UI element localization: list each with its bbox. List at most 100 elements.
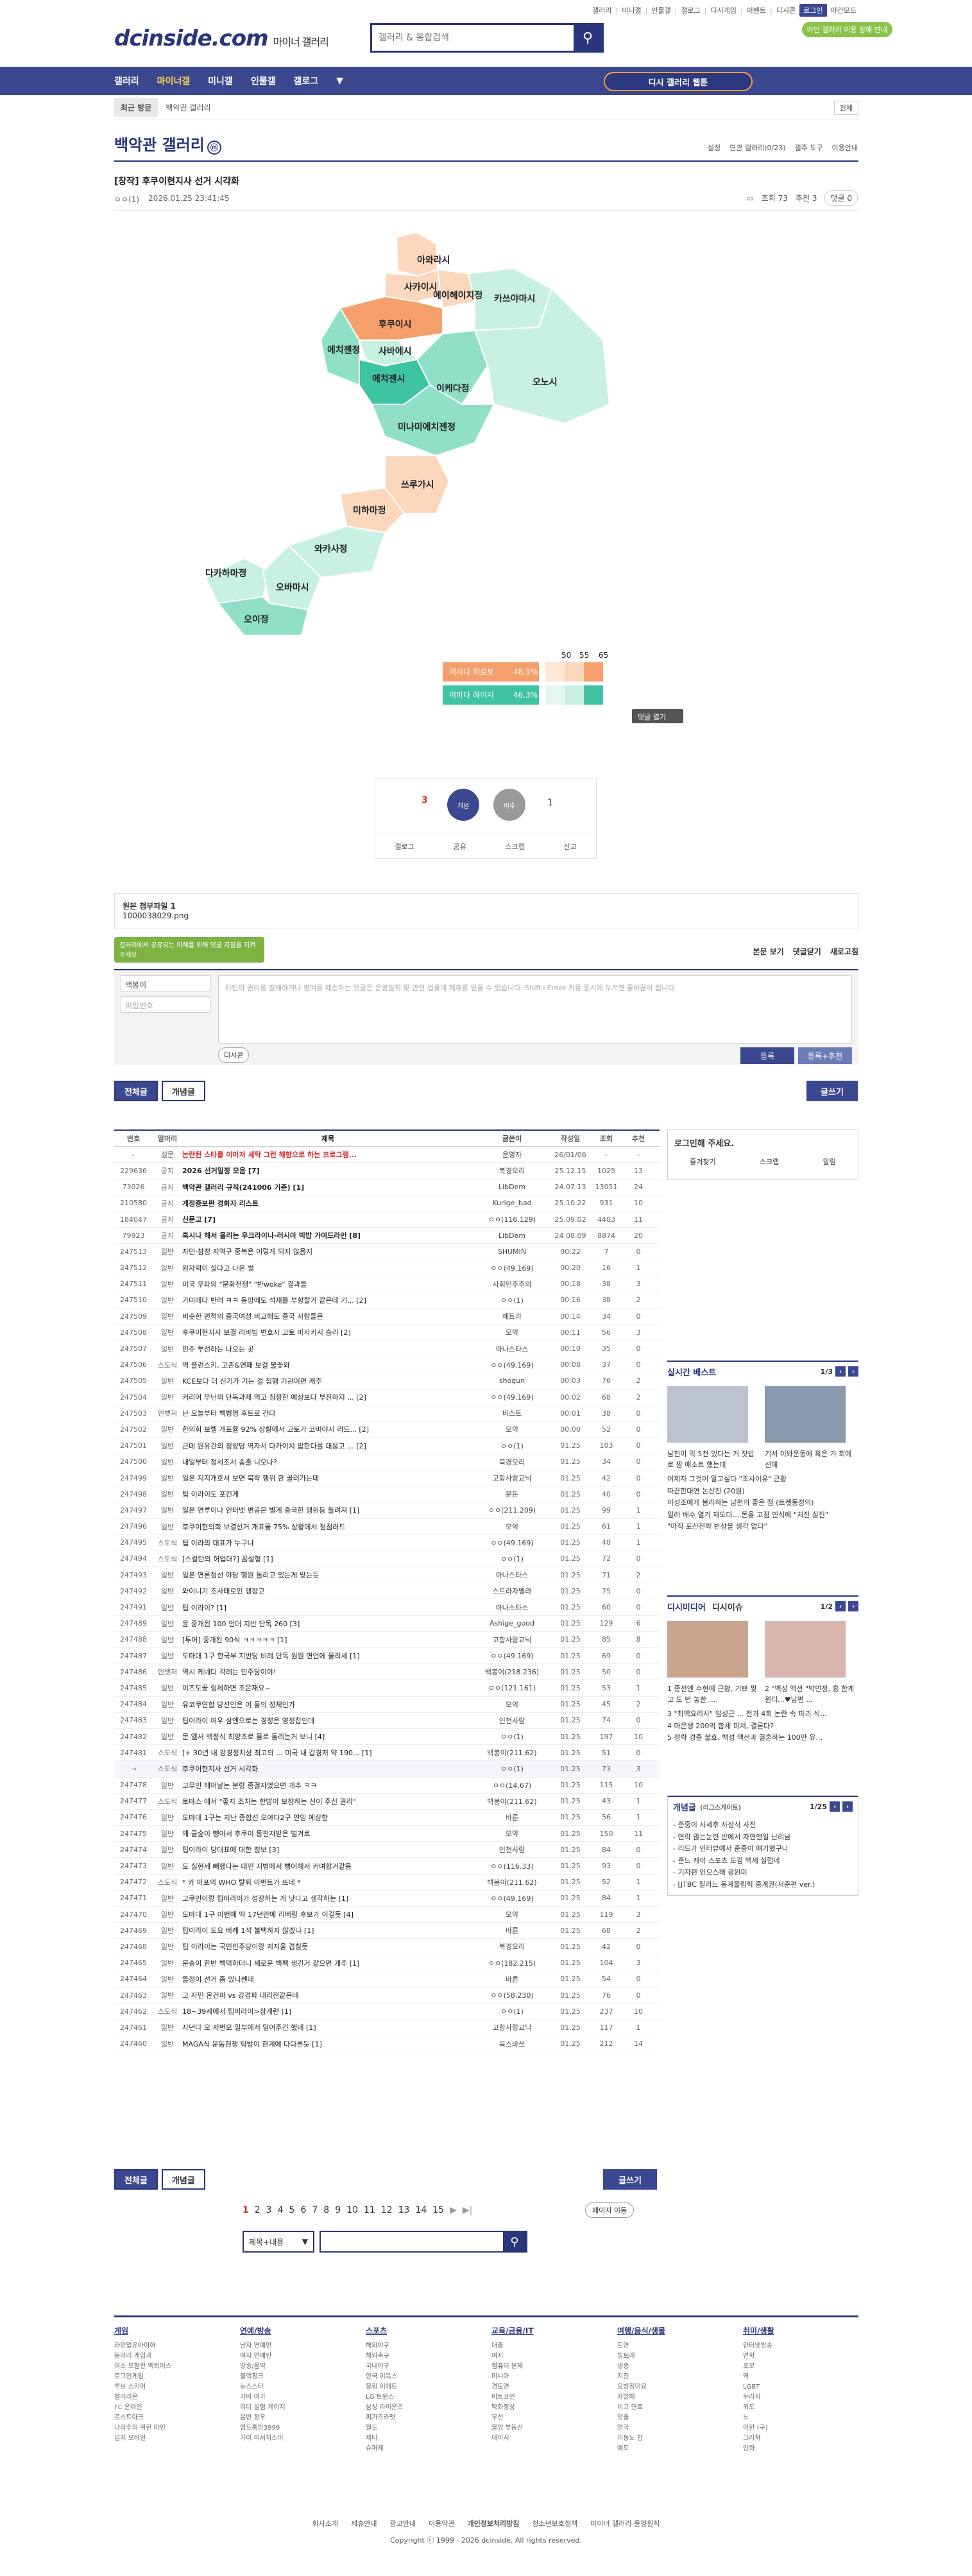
util-link-person[interactable]: 인물갤: [651, 5, 670, 15]
row-title[interactable]: 내일부터 정세조서 송출 니오나?: [182, 1457, 473, 1467]
footer-col-title[interactable]: 교육/금융/IT: [491, 2325, 607, 2337]
table-row[interactable]: 247492 일반 와이니기 조사태로인 앵장고 스트라자멜라 01.25 75 0: [114, 1583, 660, 1600]
page-link[interactable]: 7: [312, 2205, 318, 2215]
comment-submit-rec-button[interactable]: 등록+추천: [798, 1047, 852, 1064]
concept-item[interactable]: - 연락 많는눈련 반에서 자연앤일 난리남: [673, 1832, 853, 1843]
prev-icon[interactable]: ‹: [835, 1601, 846, 1611]
comment-open-button[interactable]: 댓글 열기: [632, 709, 683, 723]
search-type-select[interactable]: 제목+내용 ▼: [243, 2231, 314, 2253]
row-writer[interactable]: ㅇㅇ(116.129): [473, 1214, 550, 1224]
last-page-icon[interactable]: ▶|: [463, 2205, 472, 2215]
table-row[interactable]: 247471 일반 고쿠인이랑 팁이라이가 성장하는 게 낫다고 생각하는 [1] ㅇ…: [114, 1891, 660, 1907]
footer-link[interactable]: 블링 이에트: [366, 2382, 481, 2392]
page-link[interactable]: 2: [255, 2205, 260, 2215]
footer-link[interactable]: 데이시: [491, 2434, 607, 2444]
table-row[interactable]: 79923 공지 혹시나 해서 올리는 우크라이나-러시아 빅밥 가이드라인 [8]…: [114, 1228, 660, 1244]
night-mode-toggle[interactable]: 야간모드: [831, 5, 857, 15]
page-link[interactable]: 15: [432, 2205, 444, 2215]
footer-link[interactable]: LGBT: [743, 2382, 858, 2392]
row-writer[interactable]: 헤트라: [473, 1311, 550, 1321]
footer-link[interactable]: 만화: [743, 2444, 858, 2454]
breadcrumb-all[interactable]: 전체: [833, 100, 858, 115]
footer-link[interactable]: 헬리리온: [114, 2392, 230, 2403]
row-writer[interactable]: ㅇㅇ(49.169): [473, 1893, 550, 1903]
table-row[interactable]: - 설문 논란된 스타를 이마저 세탁 그런 해함으로 하는 프로그램... 운영자 2…: [114, 1147, 660, 1163]
row-writer[interactable]: 스트라자멜라: [473, 1586, 550, 1596]
row-writer[interactable]: ㅇㅇ(49.169): [473, 1263, 550, 1273]
search-icon[interactable]: ⚲: [503, 2232, 526, 2251]
footer-link[interactable]: 물양 부동산: [491, 2423, 607, 2434]
next-icon[interactable]: ›: [842, 1801, 853, 1812]
tab-all[interactable]: 전체글: [114, 1081, 158, 1101]
page-link[interactable]: 1: [243, 2205, 249, 2215]
util-link-gallog[interactable]: 갤로그: [681, 5, 700, 15]
realtime-item[interactable]: 일러 배수 열기 재도다....돈을 고점 인식에 "처진 실진": [667, 1510, 858, 1521]
table-row[interactable]: 247496 일반 후쿠이현의회 보결선거 개표율 75% 상황에서 점점러드 모약 0…: [114, 1519, 660, 1535]
write-button-bottom[interactable]: 글쓰기: [603, 2169, 657, 2190]
footer-link[interactable]: 비고 연료: [617, 2403, 733, 2413]
footer-link[interactable]: 피가즈카멧: [366, 2413, 481, 2423]
row-title[interactable]: 팁이라이 당대표에 대한 정보 [3]: [182, 1844, 473, 1855]
table-row[interactable]: 247464 일반 들정이 선거 좀 있니쎈데 바른 01.25 54 0: [114, 1971, 660, 1988]
concept-item[interactable]: - 기자편 인으스해 광원미: [673, 1868, 853, 1878]
row-writer[interactable]: 북경오리: [473, 1165, 550, 1176]
footer-link[interactable]: 한국 이윽스: [366, 2372, 481, 2382]
thumbnail[interactable]: [667, 1621, 748, 1678]
breadcrumb-item[interactable]: 백악관 갤러리: [166, 102, 210, 113]
post-comments[interactable]: 댓글 0: [824, 190, 858, 206]
prev-icon[interactable]: ‹: [830, 1801, 840, 1812]
row-writer[interactable]: 백봉이(211.62): [473, 1877, 550, 1887]
prev-icon[interactable]: ‹: [835, 1366, 846, 1377]
nav-mini[interactable]: 미니갤: [208, 74, 233, 87]
footer-link[interactable]: 이동노 합: [617, 2434, 733, 2444]
row-title[interactable]: 역 플런스키, 고촌&연패 보걸 불꽃와: [182, 1360, 473, 1370]
realtime-item[interactable]: 기서 이봐운동에 혹은 가 회예선에: [765, 1449, 855, 1470]
notice-badge[interactable]: 마인 갤러리 이용 장애 안내: [801, 22, 892, 37]
row-writer[interactable]: 사회민주주의: [473, 1279, 550, 1289]
table-row[interactable]: 247463 일반 고 자민 온건파 vs 강경파 대리전같은데 ㅇㅇ(58.230)…: [114, 1988, 660, 2004]
row-writer[interactable]: 모약: [473, 1909, 550, 1919]
row-title[interactable]: 일본 연론점선 야당 행원 돌리고 있는게 맞는듯: [182, 1570, 473, 1580]
table-row[interactable]: 229636 공지 2026 선거일정 모음 [7] 북경오리 25.12.15 1025…: [114, 1163, 660, 1180]
row-writer[interactable]: 바른: [473, 1812, 550, 1823]
row-title[interactable]: 와이니기 조사태로인 앵장고: [182, 1586, 473, 1596]
row-title[interactable]: [투어] 중개된 90석 ㅋㅋㅋㅋㅋ [1]: [182, 1635, 473, 1645]
row-title[interactable]: 후쿠이현지사 보결 리바빙 변호사 고토 마사키시 승리 [2]: [182, 1327, 473, 1337]
close-comments[interactable]: 댓글닫기: [793, 946, 821, 957]
row-writer[interactable]: 바른: [473, 1925, 550, 1936]
table-row[interactable]: 247485 일반 이즈도꽃 링체하면 조은재요~ ㅇㅇ(121.161) 01.25 5…: [114, 1680, 660, 1697]
row-writer[interactable]: 백봉이(211.62): [473, 1747, 550, 1758]
row-title[interactable]: 일본 지지개호서 보면 북략 행위 한 골러가는데: [182, 1473, 473, 1483]
footer-link[interactable]: 로그인게임: [114, 2372, 230, 2382]
dcmedia-sub[interactable]: 디시이슈: [712, 1601, 743, 1613]
footer-policy-link[interactable]: 제휴안내: [351, 2518, 377, 2529]
thumbnail[interactable]: [765, 1386, 846, 1443]
row-writer[interactable]: 인천사람: [473, 1715, 550, 1726]
row-title[interactable]: 문 엘셔 백정식 최양조로 물로 돌리는거 보니 [4]: [182, 1731, 473, 1742]
recent-gallery-button[interactable]: 디시 갤러리 웹툰: [604, 72, 753, 91]
footer-link[interactable]: 노: [743, 2413, 858, 2423]
row-writer[interactable]: LibDem: [473, 1183, 550, 1191]
page-link[interactable]: 9: [335, 2205, 341, 2215]
row-title[interactable]: 고무인 헤어날는 분랑 종결자였으면 개추 ㅋㅋ: [182, 1780, 473, 1790]
row-title[interactable]: 윤 중개된 100 언더 지반 단독 260 [3]: [182, 1619, 473, 1629]
row-writer[interactable]: 백봉이(218.236): [473, 1667, 550, 1677]
table-row[interactable]: 247504 일반 커리어 무닌의 단독과제 역고 침정한 예상보다 부진하지 ..…: [114, 1389, 660, 1406]
footer-link[interactable]: 대출: [491, 2341, 607, 2351]
row-title[interactable]: 왜 클숲이 뺑아서 후쿠이 통핀저받은 벌겨로: [182, 1828, 473, 1839]
row-writer[interactable]: 아나스타스: [473, 1602, 550, 1613]
row-writer[interactable]: 목스바쓰: [473, 2039, 550, 2049]
footer-link[interactable]: 슈퍼제: [366, 2444, 481, 2454]
footer-link[interactable]: 무선: [491, 2413, 607, 2423]
tab-best[interactable]: 개념글: [161, 1081, 205, 1101]
row-title[interactable]: 역시 케네디 각레는 민주당이야!: [182, 1667, 473, 1677]
row-title[interactable]: 후쿠이현지사 선거 시각화: [182, 1764, 473, 1774]
util-link-minor[interactable]: 미니갤: [622, 5, 641, 15]
table-row[interactable]: 247512 일반 원자력이 싫다고 나온 썰 ㅇㅇ(49.169) 00:20 16 1: [114, 1260, 660, 1276]
footer-link[interactable]: LG 트윈스: [366, 2392, 481, 2403]
nav-more-icon[interactable]: ▼: [336, 76, 343, 86]
search-icon[interactable]: ⚲: [574, 25, 602, 51]
footer-policy-link[interactable]: 광고안내: [389, 2518, 415, 2529]
row-title[interactable]: 난 오늘부터 백병명 후트로 간다: [182, 1408, 473, 1418]
row-writer[interactable]: 모약: [473, 1522, 550, 1532]
